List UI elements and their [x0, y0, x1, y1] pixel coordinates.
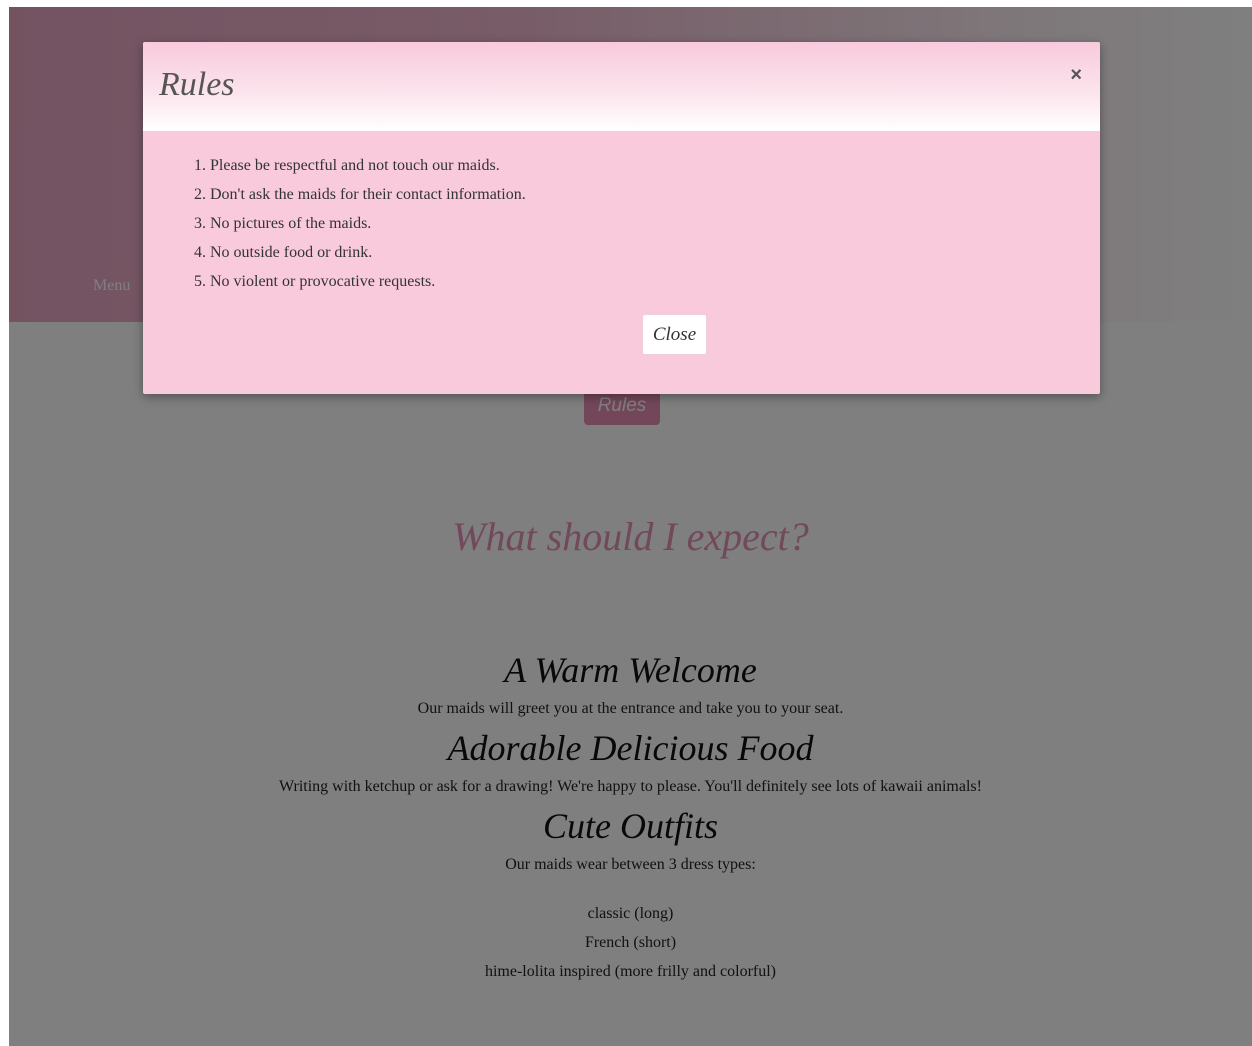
- list-item: Don't ask the maids for their contact in…: [210, 180, 526, 209]
- close-icon[interactable]: ×: [1070, 64, 1082, 87]
- close-button[interactable]: Close: [642, 314, 707, 355]
- list-item: No outside food or drink.: [210, 238, 526, 267]
- modal-header: Rules ×: [143, 42, 1100, 131]
- list-item: Please be respectful and not touch our m…: [210, 151, 526, 180]
- modal-title: Rules: [159, 66, 235, 103]
- list-item: No violent or provocative requests.: [210, 267, 526, 296]
- rules-list: Please be respectful and not touch our m…: [173, 151, 526, 296]
- rules-modal: Rules × Please be respectful and not tou…: [143, 42, 1100, 394]
- list-item: No pictures of the maids.: [210, 209, 526, 238]
